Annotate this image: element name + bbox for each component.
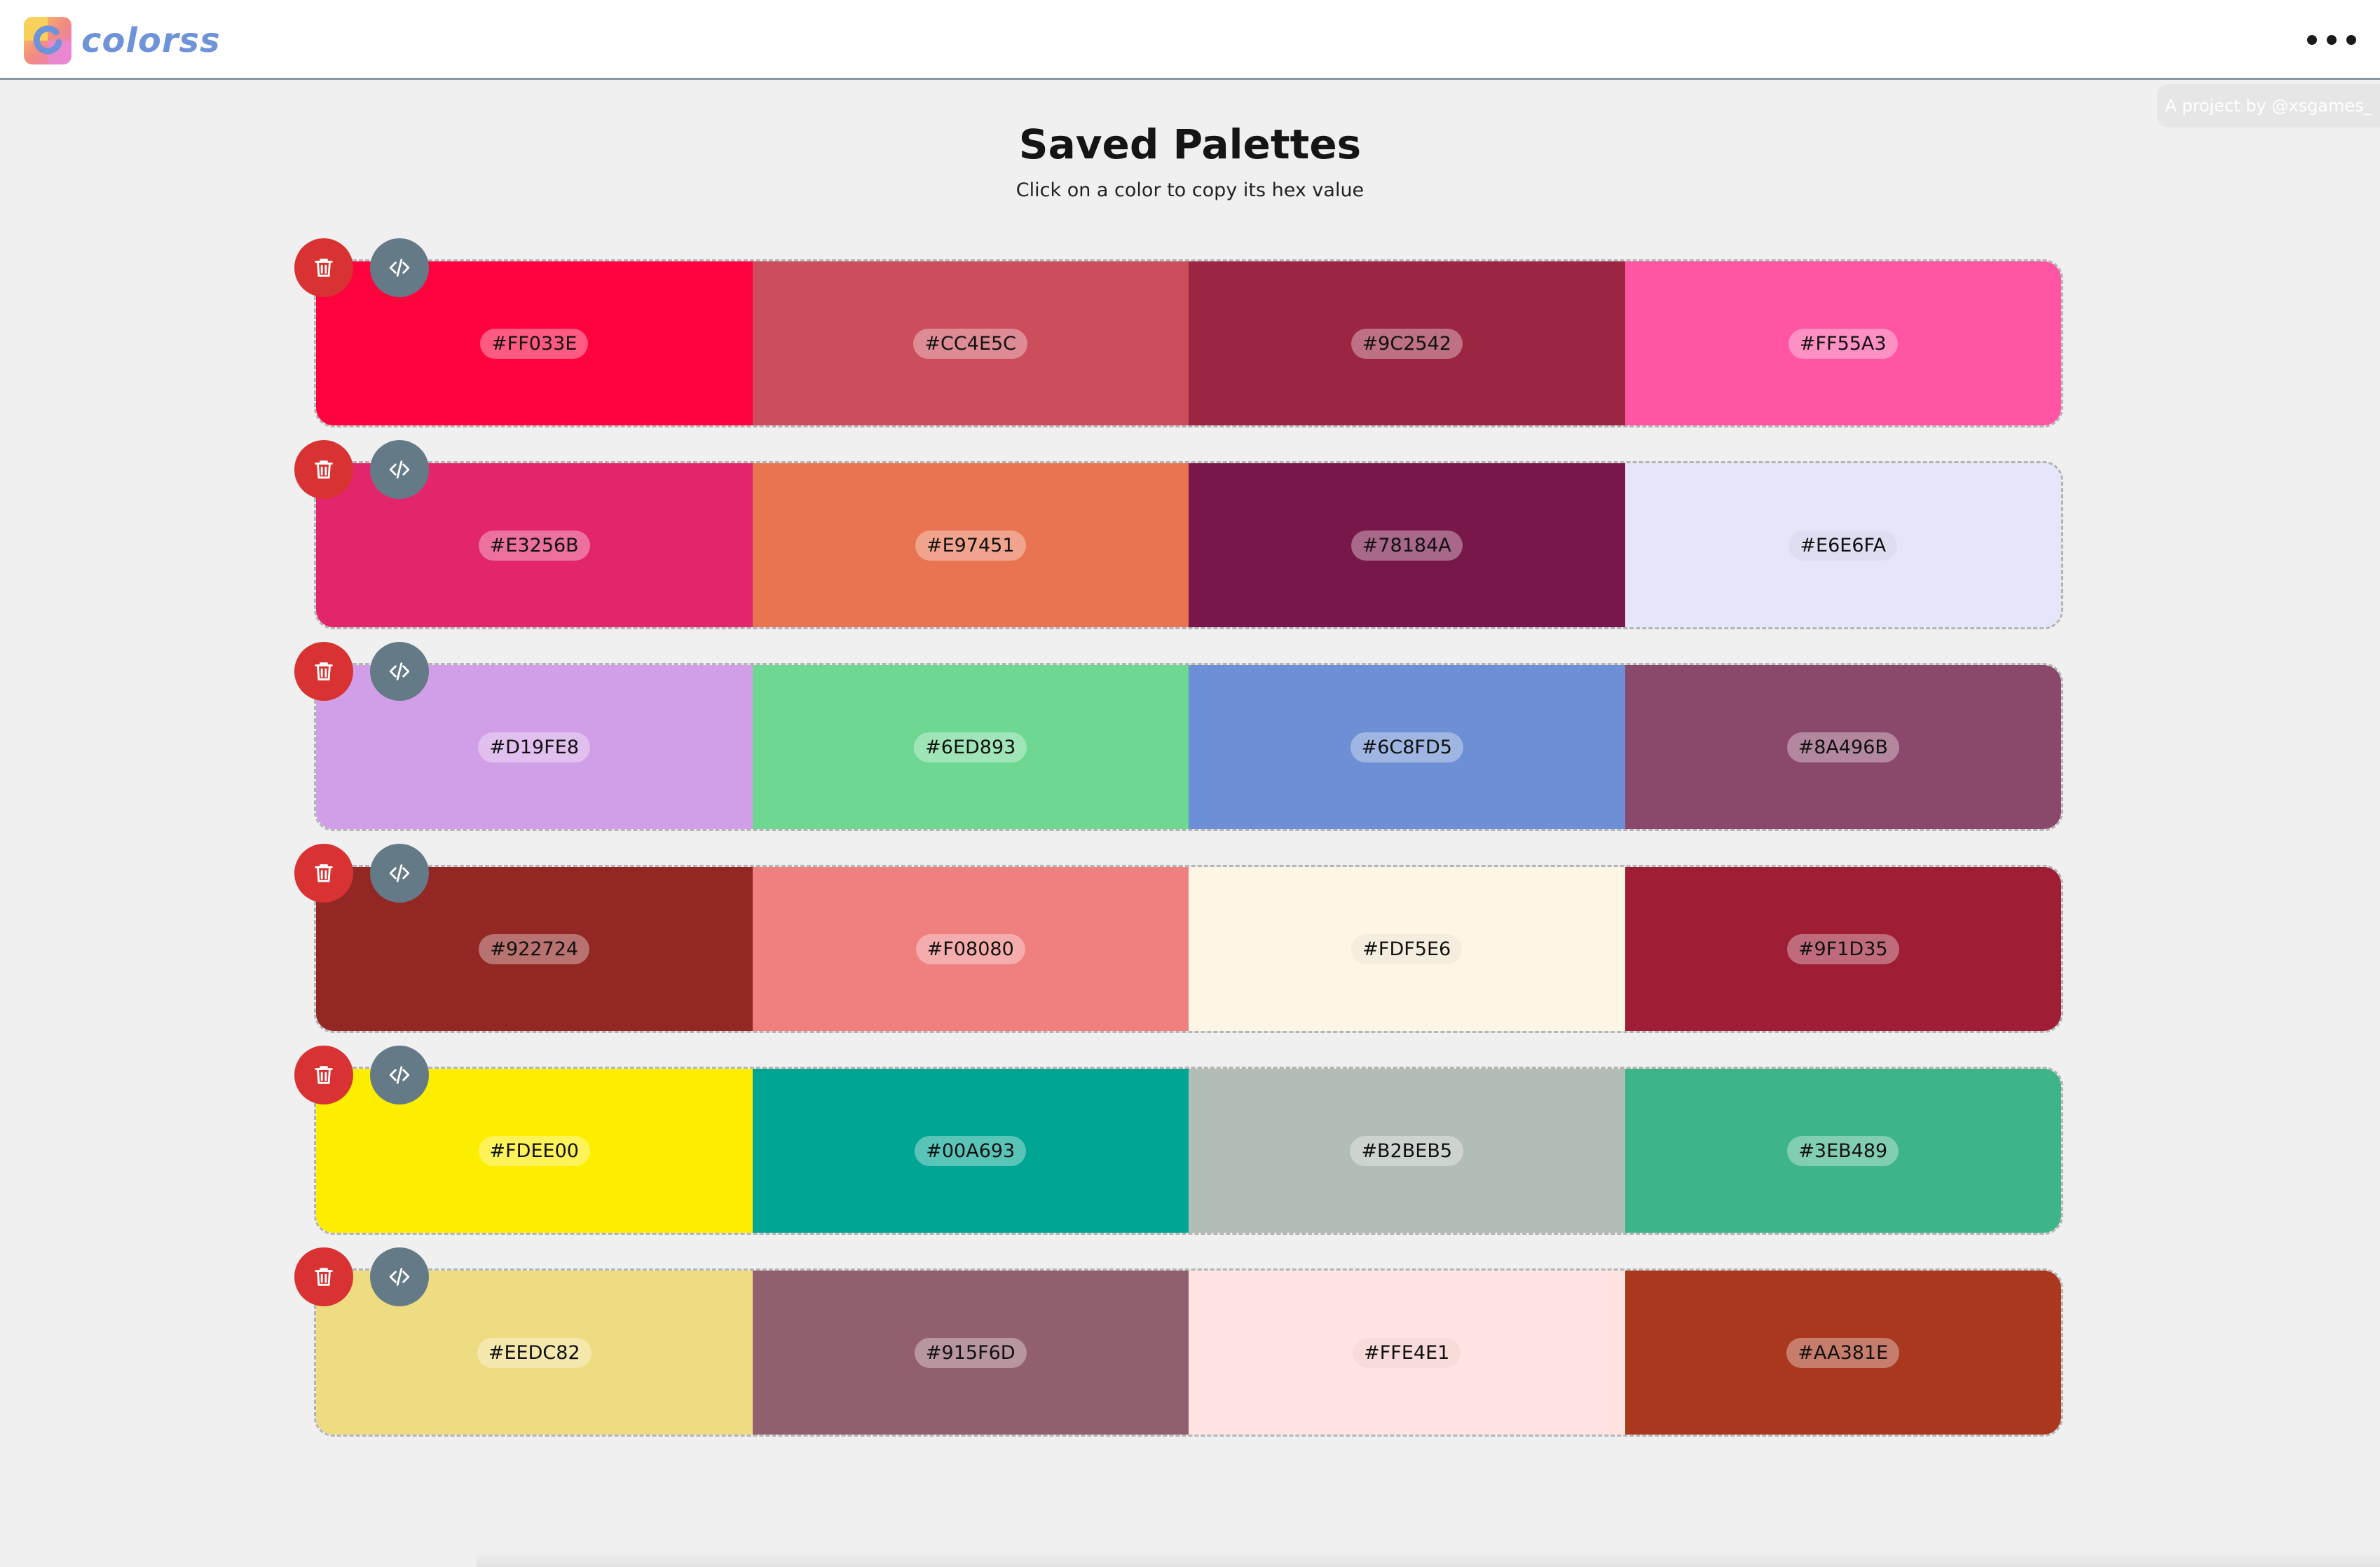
hex-label: #9C2542 <box>1350 328 1463 359</box>
hex-label: #FDEE00 <box>478 1135 590 1166</box>
delete-palette-button[interactable] <box>294 440 353 499</box>
trash-icon <box>315 460 333 479</box>
hex-label: #00A693 <box>915 1135 1027 1166</box>
more-menu-button[interactable] <box>2307 22 2356 57</box>
palette-card: #FDEE00 #00A693 #B2BEB5 #3EB489 <box>294 1046 2063 1235</box>
trash-icon <box>315 259 333 277</box>
palette-swatches: #E3256B #E97451 #78184A #E6E6FA <box>314 461 2063 629</box>
delete-palette-button[interactable] <box>294 1247 353 1306</box>
trash-icon <box>315 1268 333 1286</box>
code-icon <box>389 1268 410 1286</box>
bottom-shadow <box>477 1552 2380 1567</box>
hex-label: #B2BEB5 <box>1350 1135 1464 1166</box>
palette-card: #EEDC82 #915F6D #FFE4E1 #AA381E <box>294 1247 2063 1437</box>
palette-list: #FF033E #CC4E5C #9C2542 #FF55A3 #E3256B … <box>294 238 2063 1470</box>
export-code-button[interactable] <box>370 238 429 297</box>
code-icon <box>389 1066 410 1084</box>
color-swatch[interactable]: #00A693 <box>752 1069 1189 1233</box>
palette-card: #D19FE8 #6ED893 #6C8FD5 #8A496B <box>294 642 2063 831</box>
color-swatch[interactable]: #FF55A3 <box>1625 261 2061 425</box>
delete-palette-button[interactable] <box>294 642 353 701</box>
app-logo[interactable]: colorss <box>24 17 221 64</box>
palette-swatches: #FDEE00 #00A693 #B2BEB5 #3EB489 <box>314 1067 2063 1235</box>
menu-dot <box>2346 35 2356 45</box>
hex-label: #922724 <box>479 933 590 964</box>
color-swatch[interactable]: #F08080 <box>752 867 1189 1031</box>
hex-label: #9F1D35 <box>1786 933 1899 964</box>
hex-label: #3EB489 <box>1787 1135 1899 1166</box>
hex-label: #FF55A3 <box>1788 328 1898 359</box>
color-swatch[interactable]: #6ED893 <box>752 665 1189 829</box>
hex-label: #6C8FD5 <box>1350 732 1463 762</box>
hex-label: #E3256B <box>478 530 590 561</box>
hex-label: #FFE4E1 <box>1353 1338 1461 1368</box>
color-swatch[interactable]: #3EB489 <box>1625 1069 2061 1233</box>
code-icon <box>389 864 410 882</box>
hex-label: #915F6D <box>914 1337 1027 1368</box>
hex-label: #D19FE8 <box>478 732 591 762</box>
hex-label: #E97451 <box>915 530 1026 561</box>
palette-card: #922724 #F08080 #FDF5E6 #9F1D35 <box>294 844 2063 1033</box>
color-swatch[interactable]: #8A496B <box>1625 665 2061 829</box>
page-title: Saved Palettes <box>1018 121 1362 168</box>
delete-palette-button[interactable] <box>294 238 353 297</box>
trash-icon <box>315 864 333 882</box>
export-code-button[interactable] <box>370 844 429 903</box>
color-swatch[interactable]: #9C2542 <box>1189 261 1625 425</box>
color-swatch[interactable]: #B2BEB5 <box>1189 1069 1625 1233</box>
trash-icon <box>315 1066 333 1084</box>
color-swatch[interactable]: #915F6D <box>752 1271 1189 1435</box>
logo-text: colorss <box>81 21 221 60</box>
page-subtitle: Click on a color to copy its hex value <box>1015 179 1365 201</box>
hex-label: #6ED893 <box>914 732 1027 762</box>
trash-icon <box>315 662 333 680</box>
color-swatch[interactable]: #AA381E <box>1625 1271 2061 1435</box>
hex-label: #8A496B <box>1786 732 1899 762</box>
hex-label: #F08080 <box>915 933 1025 964</box>
export-code-button[interactable] <box>370 440 429 499</box>
color-swatch[interactable]: #78184A <box>1189 463 1625 627</box>
palette-card: #E3256B #E97451 #78184A #E6E6FA <box>294 440 2063 629</box>
color-swatch[interactable]: #FDF5E6 <box>1189 867 1625 1031</box>
code-icon <box>389 460 410 479</box>
hex-label: #78184A <box>1350 530 1463 561</box>
hex-label: #EEDC82 <box>477 1337 591 1368</box>
hex-label: #CC4E5C <box>913 328 1028 359</box>
color-swatch[interactable]: #E6E6FA <box>1625 463 2061 627</box>
color-swatch[interactable]: #E97451 <box>752 463 1189 627</box>
palette-swatches: #EEDC82 #915F6D #FFE4E1 #AA381E <box>314 1268 2063 1437</box>
top-navigation-bar: colorss <box>0 0 2380 80</box>
color-swatch[interactable]: #6C8FD5 <box>1189 665 1625 829</box>
color-swatch[interactable]: #FFE4E1 <box>1189 1271 1625 1435</box>
palette-swatches: #922724 #F08080 #FDF5E6 #9F1D35 <box>314 865 2063 1033</box>
export-code-button[interactable] <box>370 1046 429 1104</box>
code-icon <box>389 662 410 680</box>
hex-label: #FF033E <box>480 328 589 359</box>
logo-icon <box>24 17 71 64</box>
color-swatch[interactable]: #CC4E5C <box>752 261 1189 425</box>
menu-dot <box>2307 35 2317 45</box>
export-code-button[interactable] <box>370 1247 429 1306</box>
code-icon <box>389 259 410 277</box>
delete-palette-button[interactable] <box>294 844 353 903</box>
delete-palette-button[interactable] <box>294 1046 353 1104</box>
menu-dot <box>2327 35 2337 45</box>
hex-label: #FDF5E6 <box>1351 934 1462 964</box>
hex-label: #E6E6FA <box>1789 531 1897 561</box>
color-swatch[interactable]: #9F1D35 <box>1625 867 2061 1031</box>
palette-card: #FF033E #CC4E5C #9C2542 #FF55A3 <box>294 238 2063 427</box>
palette-swatches: #FF033E #CC4E5C #9C2542 #FF55A3 <box>314 259 2063 427</box>
export-code-button[interactable] <box>370 642 429 701</box>
palette-swatches: #D19FE8 #6ED893 #6C8FD5 #8A496B <box>314 663 2063 831</box>
hex-label: #AA381E <box>1786 1337 1900 1368</box>
